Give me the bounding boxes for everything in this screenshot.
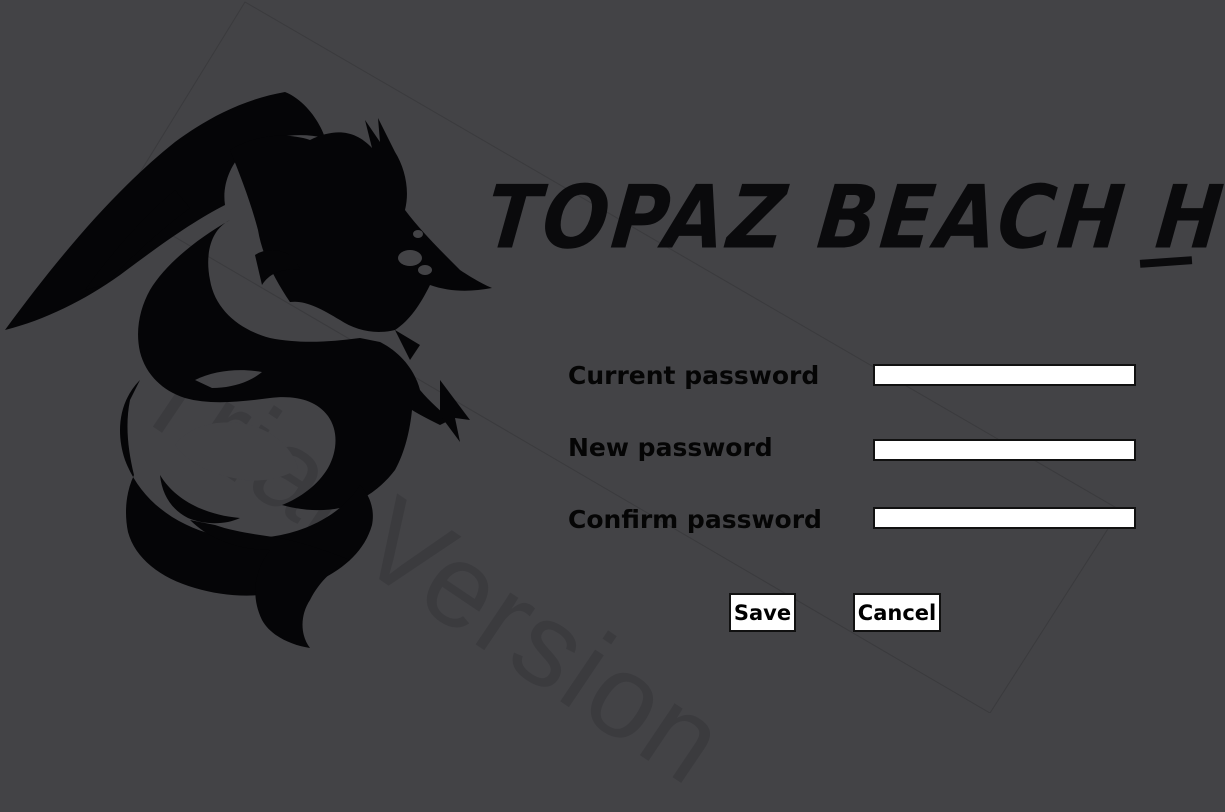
save-button[interactable]: Save <box>729 593 796 632</box>
new-password-field[interactable] <box>873 439 1136 461</box>
current-password-field[interactable] <box>873 364 1136 386</box>
new-password-label: New password <box>568 433 773 462</box>
cancel-button[interactable]: Cancel <box>853 593 941 632</box>
confirm-password-label: Confirm password <box>568 505 822 534</box>
dragon-logo-icon <box>5 92 492 648</box>
confirm-password-field[interactable] <box>873 507 1136 529</box>
current-password-label: Current password <box>568 361 820 390</box>
hotel-title: TOPAZ BEACH HOTEL <box>481 168 1225 269</box>
